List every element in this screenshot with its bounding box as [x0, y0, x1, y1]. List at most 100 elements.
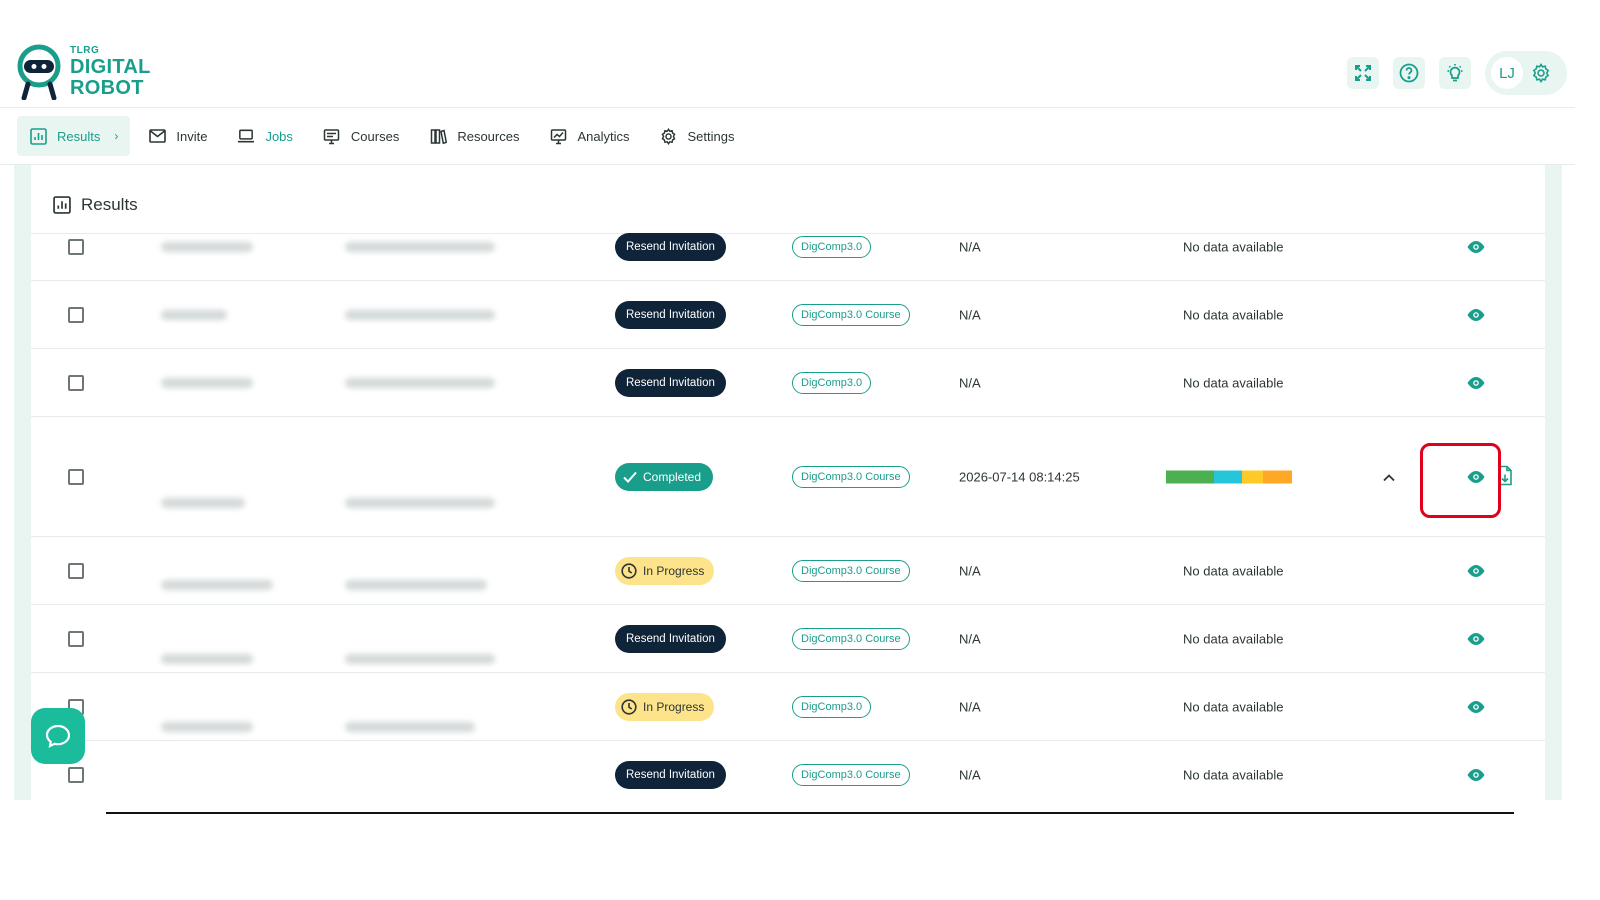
- table-row: Resend Invitation DigComp3.0 Course N/A …: [31, 741, 1545, 800]
- redacted-email: [345, 497, 495, 508]
- row-checkbox[interactable]: [68, 238, 84, 255]
- completed-date: N/A: [959, 307, 981, 322]
- mail-icon: [148, 127, 166, 145]
- table-row-expanded: Completed DigComp3.0 Course 2026-07-14 0…: [31, 417, 1545, 537]
- resend-invitation-button[interactable]: Resend Invitation: [615, 232, 726, 261]
- row-checkbox[interactable]: [68, 306, 84, 323]
- redacted-email: [345, 721, 475, 732]
- row-checkbox[interactable]: [68, 630, 84, 647]
- nav-item-settings[interactable]: Settings: [648, 116, 747, 156]
- nav-item-analytics[interactable]: Analytics: [537, 116, 641, 156]
- brand-line1: DIGITAL: [70, 56, 151, 78]
- row-checkbox[interactable]: [68, 767, 84, 783]
- chevron-right-icon: ›: [114, 129, 119, 143]
- help-button[interactable]: [1393, 57, 1425, 89]
- status-text: In Progress: [643, 699, 705, 714]
- row-checkbox[interactable]: [68, 562, 84, 579]
- gear-icon[interactable]: [1531, 63, 1551, 83]
- resend-invitation-button[interactable]: Resend Invitation: [615, 300, 726, 329]
- course-tag: DigComp3.0 Course: [792, 764, 910, 786]
- presentation-icon: [323, 127, 341, 145]
- table-row: Resend Invitation DigComp3.0 N/A No data…: [31, 213, 1545, 281]
- view-eye-icon[interactable]: [1465, 372, 1487, 394]
- nav-label-settings: Settings: [687, 128, 735, 144]
- completed-date: N/A: [959, 239, 981, 254]
- view-eye-icon[interactable]: [1465, 236, 1487, 258]
- in-progress-badge: In Progress: [615, 692, 715, 721]
- result-summary: No data available: [1183, 563, 1284, 578]
- results-panel: Results Resend Invitation DigComp3.0 N/A…: [31, 165, 1545, 800]
- score-segment: [1242, 470, 1263, 483]
- resend-invitation-button[interactable]: Resend Invitation: [615, 761, 726, 789]
- result-summary: No data available: [1183, 699, 1284, 714]
- redacted-email: [345, 653, 495, 664]
- avatar[interactable]: LJ: [1491, 57, 1523, 89]
- user-menu[interactable]: LJ: [1485, 51, 1567, 95]
- view-eye-icon[interactable]: [1465, 304, 1487, 326]
- check-icon: [623, 471, 637, 483]
- header-actions: LJ: [1347, 51, 1567, 95]
- app-window: TLRG DIGITAL ROBOT LJ Results › Invite J…: [0, 0, 1575, 800]
- view-eye-icon[interactable]: [1465, 560, 1487, 582]
- fullscreen-button[interactable]: [1347, 57, 1379, 89]
- redacted-name: [161, 721, 253, 732]
- robot-logo-icon: [14, 44, 64, 101]
- redacted-name: [161, 241, 253, 252]
- clock-icon: [621, 698, 637, 715]
- nav-label-jobs: Jobs: [265, 128, 293, 144]
- chat-bubble-icon: [45, 724, 71, 748]
- table-row: In Progress DigComp3.0 Course N/A No dat…: [31, 537, 1545, 605]
- redacted-email: [345, 580, 487, 591]
- view-eye-icon[interactable]: [1465, 696, 1487, 718]
- completed-badge: Completed: [615, 462, 714, 491]
- gear-icon: [660, 127, 678, 145]
- theme-toggle-button[interactable]: [1439, 57, 1471, 89]
- nav-item-resources[interactable]: Resources: [417, 116, 531, 156]
- view-eye-icon[interactable]: [1465, 764, 1487, 786]
- resend-invitation-button[interactable]: Resend Invitation: [615, 368, 726, 397]
- nav-item-jobs[interactable]: Jobs: [225, 116, 304, 156]
- table-row: Resend Invitation DigComp3.0 Course N/A …: [31, 605, 1545, 673]
- nav-item-courses[interactable]: Courses: [311, 116, 411, 156]
- row-checkbox[interactable]: [68, 374, 84, 391]
- view-eye-icon[interactable]: [1465, 628, 1487, 650]
- course-tag: DigComp3.0 Course: [792, 627, 910, 650]
- redacted-email: [345, 241, 495, 252]
- nav-label-courses: Courses: [350, 128, 400, 144]
- result-summary: No data available: [1183, 767, 1284, 783]
- redacted-name: [161, 377, 253, 388]
- redacted-name: [161, 653, 253, 664]
- annotation-highlight-box: [1420, 443, 1501, 518]
- nav-item-invite[interactable]: Invite: [136, 116, 219, 156]
- collapse-chevron-up-icon[interactable]: [1383, 469, 1395, 484]
- course-tag: DigComp3.0 Course: [792, 303, 910, 326]
- clock-icon: [621, 562, 637, 579]
- lightbulb-icon: [1447, 64, 1463, 82]
- laptop-icon: [237, 127, 255, 145]
- completed-date: N/A: [959, 699, 981, 714]
- bar-chart-icon: [29, 127, 47, 145]
- completed-date: N/A: [959, 375, 981, 390]
- brand-logo[interactable]: TLRG DIGITAL ROBOT: [14, 44, 151, 101]
- completed-date: N/A: [959, 767, 981, 783]
- score-segment: [1214, 470, 1242, 483]
- row-checkbox[interactable]: [68, 468, 84, 485]
- redacted-email: [345, 309, 495, 320]
- course-tag: DigComp3.0: [792, 371, 872, 394]
- page-title-text: Results: [81, 195, 138, 214]
- redacted-name: [161, 497, 245, 508]
- course-tag: DigComp3.0: [792, 695, 872, 718]
- brand-line2: ROBOT: [70, 77, 144, 99]
- monitor-chart-icon: [549, 127, 567, 145]
- books-icon: [429, 127, 447, 145]
- result-summary: No data available: [1183, 631, 1284, 646]
- chat-support-button[interactable]: [31, 708, 85, 764]
- resend-invitation-button[interactable]: Resend Invitation: [615, 624, 726, 653]
- nav-label-invite: Invite: [176, 128, 208, 144]
- status-text: Completed: [643, 469, 702, 484]
- status-text: In Progress: [643, 563, 705, 578]
- redacted-email: [345, 377, 495, 388]
- page-title: Results: [53, 195, 138, 215]
- course-tag: DigComp3.0: [792, 235, 872, 258]
- nav-item-results[interactable]: Results ›: [17, 116, 131, 156]
